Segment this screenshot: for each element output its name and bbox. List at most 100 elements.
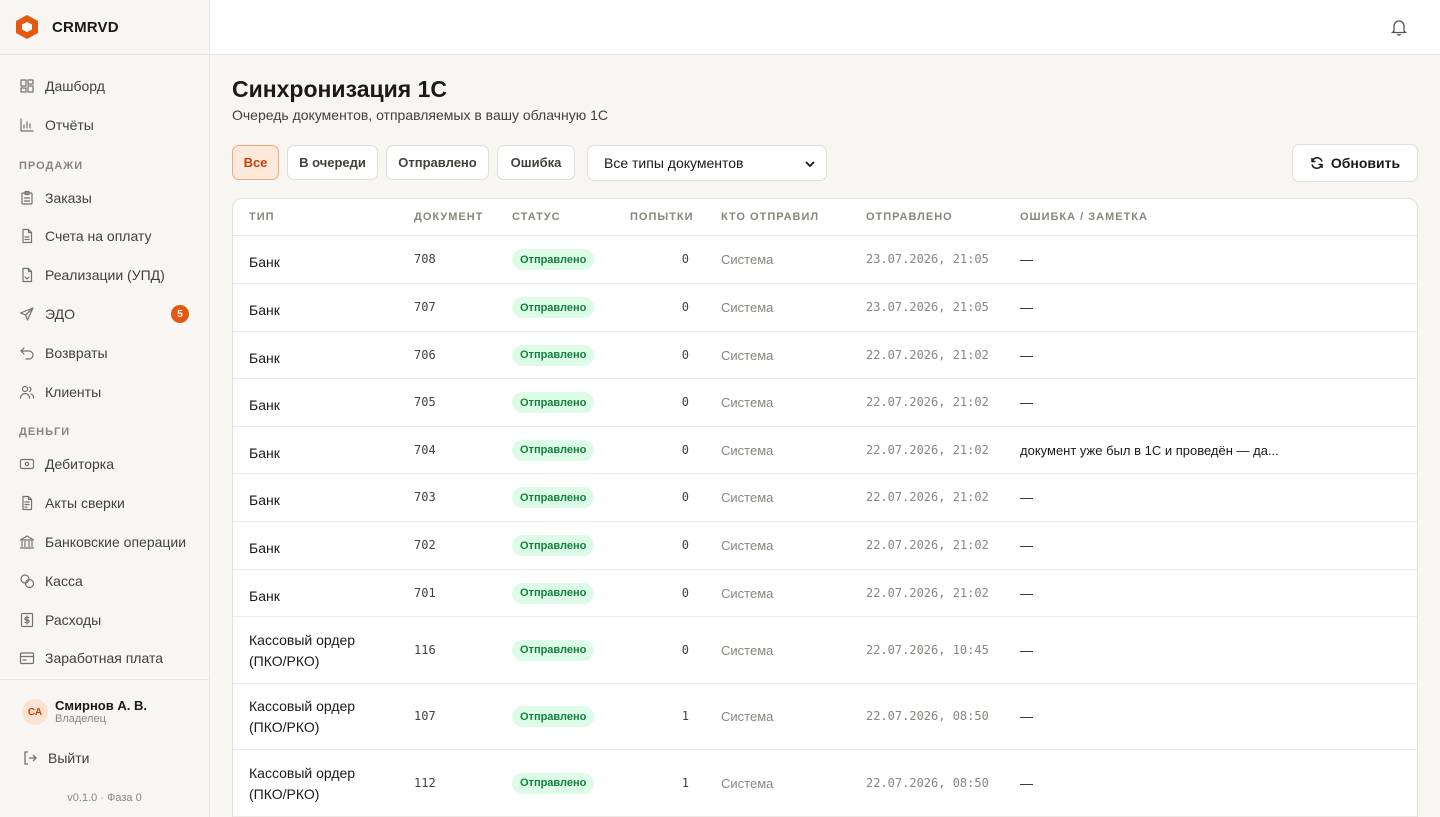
sidebar-item-money-2[interactable]: Банковские операции xyxy=(0,525,209,559)
cell-type: Кассовый ордер (ПКО/РКО) xyxy=(249,698,356,735)
col-document[interactable]: ДОКУМЕНТ xyxy=(414,211,483,223)
cell-note: — xyxy=(1020,642,1033,658)
table-row[interactable]: Кассовый ордер (ПКО/РКО) 112 Отправлено 1 Сис… xyxy=(233,750,1417,817)
status-badge: Отправлено xyxy=(512,772,595,794)
filter-sent-button[interactable]: Отправлено xyxy=(386,145,489,180)
sidebar-item-sales-4[interactable]: Возвраты xyxy=(0,336,209,370)
sidebar-item-label: ЭДО xyxy=(45,306,75,322)
cell-sent-at: 22.07.2026, 21:02 xyxy=(866,538,989,552)
page-subtitle: Очередь документов, отправляемых в вашу … xyxy=(232,107,608,123)
cell-attempts: 0 xyxy=(681,538,689,552)
cell-type: Банк xyxy=(249,397,280,413)
col-sender[interactable]: КТО ОТПРАВИЛ xyxy=(721,211,819,223)
doc-type-select[interactable]: Все типы документов xyxy=(587,145,827,181)
cell-document: 706 xyxy=(414,347,436,362)
sidebar-item-money-3[interactable]: Касса xyxy=(0,564,209,598)
bell-icon[interactable] xyxy=(1390,18,1408,36)
cell-sender: Система xyxy=(721,347,774,363)
cell-sent-at: 22.07.2026, 21:02 xyxy=(866,395,989,409)
cell-type: Банк xyxy=(249,349,280,366)
sidebar-item-sales-2[interactable]: Реализации (УПД) xyxy=(0,258,209,292)
topbar xyxy=(210,0,1440,55)
cell-attempts: 0 xyxy=(681,252,689,266)
logout-button[interactable]: Выйти xyxy=(22,750,89,766)
sidebar-item-money-0[interactable]: Дебиторка xyxy=(0,447,209,481)
cell-sender: Система xyxy=(721,252,774,267)
table-row[interactable]: Банк 707 Отправлено 0 Система 23.07.2026, 21:… xyxy=(233,284,1417,332)
cell-document: 116 xyxy=(414,642,436,657)
cell-type: Кассовый ордер (ПКО/РКО) xyxy=(249,631,356,669)
undo-icon xyxy=(19,345,35,361)
cell-type: Банк xyxy=(249,540,280,556)
cell-sender: Система xyxy=(721,490,774,505)
table-row[interactable]: Банк 703 Отправлено 0 Система 22.07.2026, 21:… xyxy=(233,474,1417,522)
filter-all-button[interactable]: Все xyxy=(232,145,279,180)
sidebar-item-sales-0[interactable]: Заказы xyxy=(0,181,209,215)
refresh-button[interactable]: Обновить xyxy=(1292,144,1418,182)
table-row[interactable]: Банк 705 Отправлено 0 Система 22.07.2026, 21:… xyxy=(233,379,1417,427)
sidebar-item-label: Дашборд xyxy=(45,78,105,94)
sidebar-item-main-0[interactable]: Дашборд xyxy=(0,69,209,103)
status-badge: Отправлено xyxy=(512,487,595,508)
sidebar-item-label: Расходы xyxy=(45,612,102,628)
sidebar-item-money-5[interactable]: Заработная плата xyxy=(0,641,209,675)
sidebar-item-label: Банковские операции xyxy=(45,534,187,550)
col-note[interactable]: ОШИБКА / ЗАМЕТКА xyxy=(1020,211,1148,223)
cell-sent-at: 22.07.2026, 21:02 xyxy=(866,490,989,504)
cell-sent-at: 22.07.2026, 08:50 xyxy=(866,775,989,790)
sidebar-item-main-1[interactable]: Отчёты xyxy=(0,108,209,142)
avatar[interactable]: СА xyxy=(22,699,48,725)
sidebar-item-label: Касса xyxy=(45,573,83,589)
col-type[interactable]: ТИП xyxy=(249,211,275,223)
cell-document: 704 xyxy=(414,442,436,457)
sidebar-item-label: Отчёты xyxy=(45,117,94,133)
cell-note: — xyxy=(1020,709,1033,724)
cell-sender: Система xyxy=(721,538,774,553)
table-header: ТИП ДОКУМЕНТ СТАТУС ПОПЫТКИ КТО ОТПРАВИЛ… xyxy=(233,199,1417,236)
table-row[interactable]: Банк 708 Отправлено 0 Система 23.07.2026, 21:… xyxy=(233,236,1417,284)
sidebar-item-sales-3[interactable]: ЭДО 5 xyxy=(0,297,209,331)
col-sent[interactable]: ОТПРАВЛЕНО xyxy=(866,211,953,223)
cell-attempts: 0 xyxy=(681,442,689,457)
cell-attempts: 1 xyxy=(681,709,689,723)
user-name: Смирнов А. В. xyxy=(55,698,147,713)
sidebar-item-money-4[interactable]: Расходы xyxy=(0,603,209,637)
cell-sender: Система xyxy=(721,442,774,458)
status-badge: Отправлено xyxy=(512,639,595,661)
table-row[interactable]: Банк 704 Отправлено 0 Система 22.07.2026, 21:… xyxy=(233,427,1417,474)
cell-type: Банк xyxy=(249,492,280,508)
table-row[interactable]: Банк 706 Отправлено 0 Система 22.07.2026, 21:… xyxy=(233,332,1417,379)
notification-badge: 5 xyxy=(171,305,189,323)
users-icon xyxy=(19,384,35,400)
cell-note: — xyxy=(1020,300,1033,315)
cell-note: — xyxy=(1020,490,1033,505)
cell-sent-at: 22.07.2026, 10:45 xyxy=(866,642,989,657)
col-attempts[interactable]: ПОПЫТКИ xyxy=(630,211,693,223)
table-row[interactable]: Кассовый ордер (ПКО/РКО) 116 Отправлено 0 Сис… xyxy=(233,617,1417,684)
send-icon xyxy=(19,306,35,322)
cell-sent-at: 22.07.2026, 21:02 xyxy=(866,347,989,362)
cell-sender: Система xyxy=(721,642,774,658)
table-row[interactable]: Банк 702 Отправлено 0 Система 22.07.2026, 21:… xyxy=(233,522,1417,570)
cell-sender: Система xyxy=(721,300,774,315)
sidebar-item-money-1[interactable]: Акты сверки xyxy=(0,486,209,520)
filter-queued-button[interactable]: В очереди xyxy=(287,145,378,180)
sidebar-item-sales-5[interactable]: Клиенты xyxy=(0,375,209,409)
brand[interactable]: CRMRVD xyxy=(0,0,209,55)
cell-type: Банк xyxy=(249,587,280,604)
cell-attempts: 0 xyxy=(681,490,689,504)
wallet-icon xyxy=(19,456,35,472)
table-row[interactable]: Банк 701 Отправлено 0 Система 22.07.2026, 21:… xyxy=(233,570,1417,617)
sidebar-item-label: Реализации (УПД) xyxy=(45,267,165,283)
cell-document: 107 xyxy=(414,709,436,723)
col-status[interactable]: СТАТУС xyxy=(512,211,561,223)
filter-error-button[interactable]: Ошибка xyxy=(497,145,575,180)
table-row[interactable]: Кассовый ордер (ПКО/РКО) 107 Отправлено 1 Сис… xyxy=(233,684,1417,750)
sync-table: ТИП ДОКУМЕНТ СТАТУС ПОПЫТКИ КТО ОТПРАВИЛ… xyxy=(232,198,1418,817)
status-badge: Отправлено xyxy=(512,439,595,461)
cell-sent-at: 23.07.2026, 21:05 xyxy=(866,252,989,266)
sidebar-item-sales-1[interactable]: Счета на оплату xyxy=(0,219,209,253)
cell-note: — xyxy=(1020,347,1033,363)
cell-document: 703 xyxy=(414,490,436,504)
cell-document: 701 xyxy=(414,585,436,600)
